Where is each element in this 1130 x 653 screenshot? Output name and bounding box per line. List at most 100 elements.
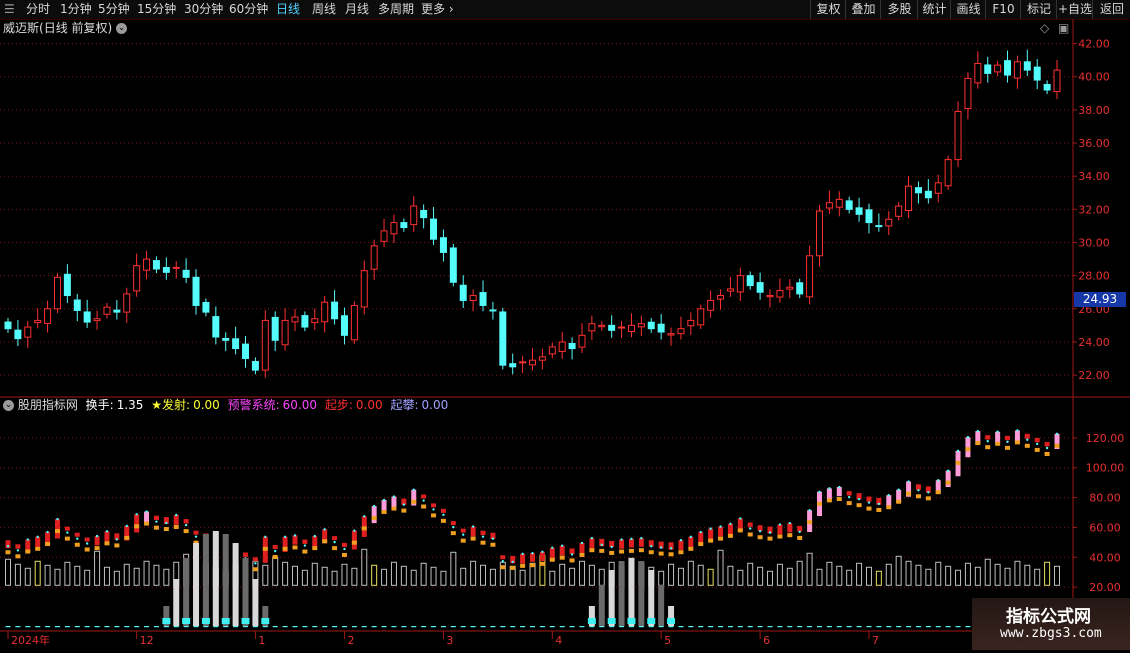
candle: [984, 56, 992, 83]
candle: [806, 245, 814, 305]
trend-dot: [36, 535, 39, 539]
trend-dot: [432, 508, 435, 511]
toolbar-button-8[interactable]: 返回: [1092, 0, 1130, 19]
candle-body: [667, 333, 675, 336]
volume-bar: [668, 563, 675, 586]
candle: [548, 342, 556, 359]
period-tab-1[interactable]: 1分钟: [60, 2, 92, 17]
volume-bar: [143, 560, 150, 586]
candle: [914, 181, 922, 204]
trend-dot: [729, 522, 732, 526]
period-tab-7[interactable]: 周线: [312, 2, 336, 17]
date-label: 4: [555, 634, 562, 647]
toolbar-button-5[interactable]: F10: [985, 0, 1021, 19]
chart-area[interactable]: 42.00 40.00 38.00 36.00 34.00 32.00 30.00 28.00…: [0, 19, 1130, 653]
baseline-dot: [233, 626, 239, 628]
volume-bar: [84, 569, 91, 586]
trend-dot: [333, 540, 336, 544]
baseline-dot: [698, 626, 704, 628]
toolbar-button-1[interactable]: 叠加: [845, 0, 881, 19]
baseline-dot: [361, 626, 367, 628]
period-tab-9[interactable]: 多周期: [378, 2, 414, 17]
trend-base: [866, 506, 872, 511]
toolbar-button-6[interactable]: 标记: [1020, 0, 1057, 19]
baseline-dot: [421, 626, 427, 628]
trend-block: [134, 514, 140, 533]
signal-column: [212, 531, 219, 626]
baseline-dot: [866, 626, 872, 628]
trend-block: [500, 555, 506, 560]
toolbar-button-0[interactable]: 复权: [810, 0, 846, 19]
signal-column: [232, 543, 239, 626]
period-tab-3[interactable]: 15分钟: [137, 2, 176, 17]
trend-base: [935, 490, 941, 495]
trend-dot: [264, 535, 267, 539]
candle-body: [133, 265, 141, 292]
chart-canvas[interactable]: 42.0040.0038.0036.0034.0032.0030.0028.00…: [0, 19, 1130, 650]
trend-dot: [798, 530, 801, 534]
volume-bar: [994, 563, 1001, 586]
candle: [420, 204, 428, 229]
period-tab-0[interactable]: 分时: [26, 2, 50, 17]
baseline-dot: [599, 626, 605, 628]
watermark: 指标公式网 www.zbgs3.com: [972, 598, 1130, 650]
diamond-icon[interactable]: ◇: [1040, 21, 1049, 36]
expand-icon[interactable]: ⌄: [116, 23, 128, 34]
signal-column: [628, 558, 635, 626]
trend-dot: [56, 517, 59, 521]
menu-icon[interactable]: ☰: [4, 2, 15, 17]
trend-dot: [452, 525, 455, 529]
toolbar-button-3[interactable]: 统计: [917, 0, 951, 19]
trend-block: [1024, 433, 1030, 439]
trend-dot: [471, 525, 475, 528]
signal-column: [202, 534, 209, 626]
trend-base: [144, 521, 150, 526]
candle: [93, 310, 101, 330]
baseline-dot: [658, 626, 664, 628]
trend-dot: [917, 489, 920, 492]
volume-bar: [737, 569, 744, 586]
candle-body: [588, 323, 596, 332]
candle: [1023, 49, 1031, 76]
candle-body: [568, 342, 576, 350]
trend-dot: [659, 546, 663, 549]
candle-body: [647, 321, 655, 330]
trend-dot: [511, 560, 514, 564]
candle: [301, 311, 309, 332]
candle-body: [538, 356, 546, 361]
period-tab-10[interactable]: 更多 ›: [421, 2, 454, 17]
toolbar-button-2[interactable]: 多股: [880, 0, 918, 19]
candle-body: [172, 266, 180, 269]
period-tab-8[interactable]: 月线: [345, 2, 369, 17]
trend-dot: [353, 529, 356, 532]
candle-body: [984, 64, 992, 74]
volume-bar: [331, 570, 338, 586]
candle-body: [726, 288, 734, 292]
volume-bar: [945, 565, 952, 586]
candle: [489, 301, 497, 320]
toolbar-button-7[interactable]: +自选: [1056, 0, 1093, 19]
candle: [895, 201, 903, 221]
trend-dot: [175, 513, 178, 517]
collapse-icon[interactable]: ⌄: [3, 400, 14, 411]
baseline-dot: [391, 626, 397, 628]
panel-toggle-icon[interactable]: ▣: [1058, 21, 1069, 36]
trend-dot: [788, 521, 792, 525]
trend-dot: [135, 513, 138, 516]
toolbar-button-4[interactable]: 画线: [950, 0, 986, 19]
period-tab-6[interactable]: 日线: [276, 2, 300, 17]
volume-bar: [301, 569, 308, 586]
period-tab-5[interactable]: 60分钟: [229, 2, 268, 17]
candle: [964, 72, 972, 120]
trend-block: [638, 538, 644, 547]
candlestick-series: [4, 49, 1061, 378]
x-axis: 2024年1212345678: [7, 631, 998, 647]
period-tab-4[interactable]: 30分钟: [184, 2, 223, 17]
candle: [459, 275, 467, 308]
indicator-tick-label: 20.00: [1089, 581, 1121, 594]
candle-body: [182, 269, 190, 278]
trend-base: [440, 518, 446, 523]
period-tab-2[interactable]: 5分钟: [98, 2, 130, 17]
candle-body: [806, 255, 814, 298]
candle-body: [1023, 61, 1031, 71]
